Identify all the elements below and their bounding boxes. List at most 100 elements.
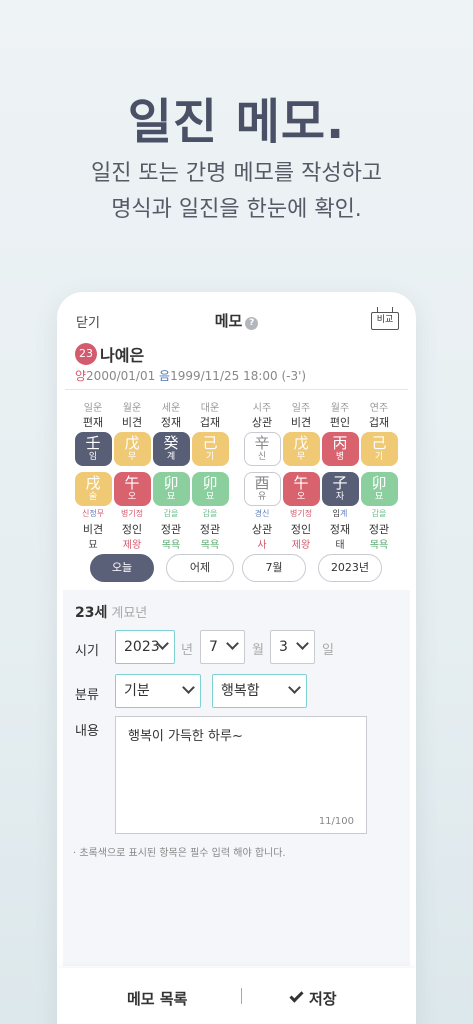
year-select-value: 2023: [124, 639, 160, 655]
hidden-stem: 정: [135, 509, 144, 518]
stem-korean: 임: [88, 452, 98, 462]
heavenly-stem-tile[interactable]: 己기: [191, 432, 229, 466]
category-select-value: 기분: [124, 683, 150, 699]
branch-korean: 묘: [374, 492, 384, 502]
earthly-branch-tile[interactable]: 卯묘: [191, 472, 229, 506]
heavenly-stem-tile[interactable]: 壬임: [74, 432, 112, 466]
category-label: 분류: [75, 688, 99, 703]
day-select[interactable]: 3: [270, 630, 315, 664]
hidden-stem: 정: [89, 509, 97, 518]
chevron-down-icon: [296, 637, 309, 650]
screen-title: 메모: [214, 312, 243, 330]
branch-korean: 자: [335, 492, 345, 502]
stem-hanja: 戊: [293, 434, 309, 452]
earthly-branch-tile[interactable]: 卯묘: [152, 472, 190, 506]
required-hint: · 초록색으로 표시된 항목은 필수 입력 해야 합니다.: [73, 848, 286, 859]
save-label: 저장: [309, 990, 337, 1008]
stem-ten-god: 상관: [251, 416, 273, 429]
day-unit: 일: [322, 643, 334, 658]
category-select[interactable]: 기분: [115, 674, 201, 708]
stem-hanja: 己: [371, 434, 387, 452]
day-select-value: 3: [279, 639, 288, 655]
help-icon[interactable]: ?: [245, 317, 259, 330]
earthly-branch-tile[interactable]: 戌술: [74, 472, 112, 506]
pillar-label: 시주: [252, 403, 272, 414]
hero-subtitle-line1: 일진 또는 간명 메모를 작성하고: [90, 161, 383, 186]
pillar-label: 월운: [122, 403, 142, 414]
stem-korean: 무: [127, 452, 137, 462]
stem-ten-god: 편재: [82, 416, 104, 429]
stem-korean: 병: [335, 452, 345, 462]
pillar-column: 연주 겁재 己 기 卯 묘 갑을 정관 목욕: [360, 399, 398, 551]
stem-hanja: 戊: [124, 434, 140, 452]
hidden-stems: 임계: [321, 508, 359, 521]
life-stage: 제왕: [291, 540, 311, 551]
period-label: 시기: [75, 644, 99, 659]
heavenly-stem-tile[interactable]: 癸계: [152, 432, 190, 466]
hidden-stem: 경: [254, 509, 262, 518]
branch-korean: 오: [127, 492, 137, 502]
earthly-branch-tile[interactable]: 午오: [282, 472, 320, 506]
year-select[interactable]: 2023: [115, 630, 175, 664]
hidden-stem: 기: [128, 509, 136, 518]
month-select-value: 7: [209, 639, 218, 655]
heavenly-stem-tile[interactable]: 戊무: [113, 432, 151, 466]
life-stage: 목욕: [200, 540, 220, 551]
life-stage: 묘: [88, 540, 98, 551]
date-shortcut-pill[interactable]: 오늘: [90, 554, 154, 582]
form-age-row: 23세 계묘년: [75, 602, 147, 622]
age-badge: 23: [75, 343, 97, 365]
stem-hanja: 癸: [163, 434, 179, 452]
life-stage: 제왕: [122, 540, 142, 551]
phone-screen: 닫기 메모? 비교 23 나예은 양2000/01/01 음1999/11/25 …: [57, 292, 416, 1024]
form-year-name: 계묘년: [111, 606, 148, 621]
hidden-stem: 임: [332, 509, 340, 518]
profile-name: 나예은: [100, 346, 145, 365]
chevron-down-icon: [226, 637, 239, 650]
subcategory-select[interactable]: 행복함: [212, 674, 307, 708]
heavenly-stem-tile[interactable]: 戊무: [282, 432, 320, 466]
hidden-stem: 갑: [163, 509, 171, 518]
pillar-column: 일주 비견 戊 무 午 오 병기정 정인 제왕: [282, 399, 320, 551]
pillar-label: 세운: [161, 403, 181, 414]
heavenly-stem-tile[interactable]: 己기: [360, 432, 398, 466]
hero-subtitle: 일진 또는 간명 메모를 작성하고 명식과 일진을 한눈에 확인.: [0, 156, 473, 228]
stem-hanja: 丙: [332, 434, 348, 452]
earthly-branch-tile[interactable]: 卯묘: [360, 472, 398, 506]
content-textarea[interactable]: 행복이 가득한 하루~ 11/100: [115, 716, 367, 834]
heavenly-stem-tile[interactable]: 丙병: [321, 432, 359, 466]
earthly-branch-tile[interactable]: 酉유: [243, 472, 281, 506]
profile-header: 23 나예은: [75, 342, 144, 366]
pillar-column: 대운 겁재 己 기 卯 묘 갑을 정관 목욕: [191, 399, 229, 551]
hidden-stem: 기: [297, 509, 305, 518]
branch-ten-god: 정인: [290, 523, 312, 536]
pillar-column: 일운 편재 壬 임 戌 술 신정무 비견 묘: [74, 399, 112, 551]
earthly-branch-tile[interactable]: 子자: [321, 472, 359, 506]
stem-ten-god: 비견: [121, 416, 143, 429]
branch-hanja: 卯: [371, 474, 387, 492]
hidden-stems: 갑을: [152, 508, 190, 521]
month-select[interactable]: 7: [200, 630, 245, 664]
date-shortcut-pill[interactable]: 7월: [242, 554, 306, 582]
pillar-label: 월주: [330, 403, 350, 414]
hero-subtitle-line2: 명식과 일진을 한눈에 확인.: [111, 197, 362, 222]
memo-list-button[interactable]: 메모 목록: [127, 988, 187, 1009]
branch-korean: 묘: [166, 492, 176, 502]
month-unit: 월: [252, 643, 264, 658]
stem-ten-god: 겁재: [199, 416, 221, 429]
save-button[interactable]: 저장: [289, 988, 337, 1009]
branch-korean: 오: [296, 492, 306, 502]
date-shortcut-pill[interactable]: 2023년: [318, 554, 382, 582]
bottom-bar: 메모 목록 저장: [57, 968, 416, 1024]
branch-hanja: 子: [332, 474, 348, 492]
content-label: 내용: [75, 724, 99, 739]
earthly-branch-tile[interactable]: 午오: [113, 472, 151, 506]
date-shortcut-pill[interactable]: 어제: [166, 554, 234, 582]
pillar-label: 일운: [83, 403, 103, 414]
pillar-column: 월주 편인 丙 병 子 자 임계 정재 태: [321, 399, 359, 551]
heavenly-stem-tile[interactable]: 辛신: [243, 432, 281, 466]
branch-korean: 묘: [205, 492, 215, 502]
compare-button[interactable]: 비교: [371, 307, 399, 330]
stem-ten-god: 정재: [160, 416, 182, 429]
stem-korean: 무: [296, 452, 306, 462]
